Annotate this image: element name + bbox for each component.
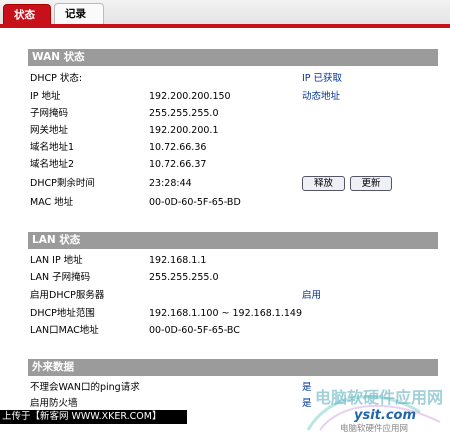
external-section-title: 外来数据 [28, 359, 438, 376]
wan-section-title: WAN 状态 [28, 49, 438, 66]
row-note: IP 已获取 [302, 73, 343, 84]
lan-row-dhcp-server: 启用DHCP服务器 启用 [28, 287, 438, 304]
row-label: LAN IP 地址 [30, 255, 83, 266]
tab-underline [0, 24, 450, 28]
tab-bar: 状态 记录 [0, 0, 450, 28]
lan-row-dhcp-range: DHCP地址范围 192.168.1.100 ~ 192.168.1.149 [28, 305, 438, 322]
watermark-cn-text: 电脑软硬件应用网 [315, 388, 444, 407]
row-value: 255.255.255.0 [149, 272, 219, 283]
watermark-logo: 电脑软硬件应用网 ysit.com 电脑软硬件应用网 [300, 382, 450, 434]
row-label: 域名地址2 [30, 159, 75, 170]
upload-footer: 上传于【新客网 WWW.XKER.COM】 [0, 410, 187, 424]
wan-row-gateway: 网关地址 192.200.200.1 [28, 122, 438, 139]
lan-status-section: LAN 状态 LAN IP 地址 192.168.1.1 LAN 子网掩码 25… [28, 232, 438, 342]
row-value: 10.72.66.37 [149, 159, 207, 170]
tab-log[interactable]: 记录 [54, 3, 104, 24]
wan-row-mac: MAC 地址 00-0D-60-5F-65-BD [28, 194, 438, 211]
row-label: 不理会WAN口的ping请求 [30, 382, 140, 393]
lan-section-title: LAN 状态 [28, 232, 438, 249]
row-value: 192.168.1.100 ~ 192.168.1.149 [149, 308, 303, 319]
lan-row-subnet: LAN 子网掩码 255.255.255.0 [28, 269, 438, 286]
row-label: 网关地址 [30, 125, 69, 136]
wan-status-section: WAN 状态 DHCP 状态: IP 已获取 IP 地址 192.200.200… [28, 49, 438, 219]
row-label: DHCP地址范围 [30, 308, 95, 319]
wan-row-dns1: 域名地址1 10.72.66.36 [28, 139, 438, 156]
lan-row-mac: LAN口MAC地址 00-0D-60-5F-65-BC [28, 322, 438, 339]
lan-row-ip: LAN IP 地址 192.168.1.1 [28, 252, 438, 269]
row-value: 192.200.200.150 [149, 91, 231, 102]
row-value: 255.255.255.0 [149, 108, 219, 119]
row-label: 域名地址1 [30, 142, 75, 153]
wan-row-dhcp-status: DHCP 状态: IP 已获取 [28, 70, 438, 87]
row-value: 23:28:44 [149, 178, 192, 189]
wan-row-lease-time: DHCP剩余时间 23:28:44 释放 更新 [28, 175, 438, 192]
watermark-subtext: 电脑软硬件应用网 [340, 424, 409, 434]
row-value: 00-0D-60-5F-65-BC [149, 325, 240, 336]
row-label: 启用DHCP服务器 [30, 290, 105, 301]
row-label: LAN 子网掩码 [30, 272, 91, 283]
row-label: 子网掩码 [30, 108, 69, 119]
row-value: 192.168.1.1 [149, 255, 207, 266]
row-label: DHCP剩余时间 [30, 178, 95, 189]
row-value: 10.72.66.36 [149, 142, 207, 153]
row-value: 192.200.200.1 [149, 125, 219, 136]
watermark-text: ysit.com [354, 408, 417, 423]
row-note: 启用 [302, 290, 322, 301]
row-label: MAC 地址 [30, 197, 74, 208]
row-value: 00-0D-60-5F-65-BD [149, 197, 241, 208]
release-button[interactable]: 释放 [302, 176, 345, 191]
wan-row-subnet: 子网掩码 255.255.255.0 [28, 105, 438, 122]
row-label: LAN口MAC地址 [30, 325, 99, 336]
row-label: DHCP 状态: [30, 73, 83, 84]
row-note: 动态地址 [302, 91, 341, 102]
wan-row-ip: IP 地址 192.200.200.150 动态地址 [28, 88, 438, 105]
tab-status[interactable]: 状态 [3, 4, 51, 26]
row-label: IP 地址 [30, 91, 61, 102]
renew-button[interactable]: 更新 [350, 176, 392, 191]
wan-row-dns2: 域名地址2 10.72.66.37 [28, 156, 438, 173]
